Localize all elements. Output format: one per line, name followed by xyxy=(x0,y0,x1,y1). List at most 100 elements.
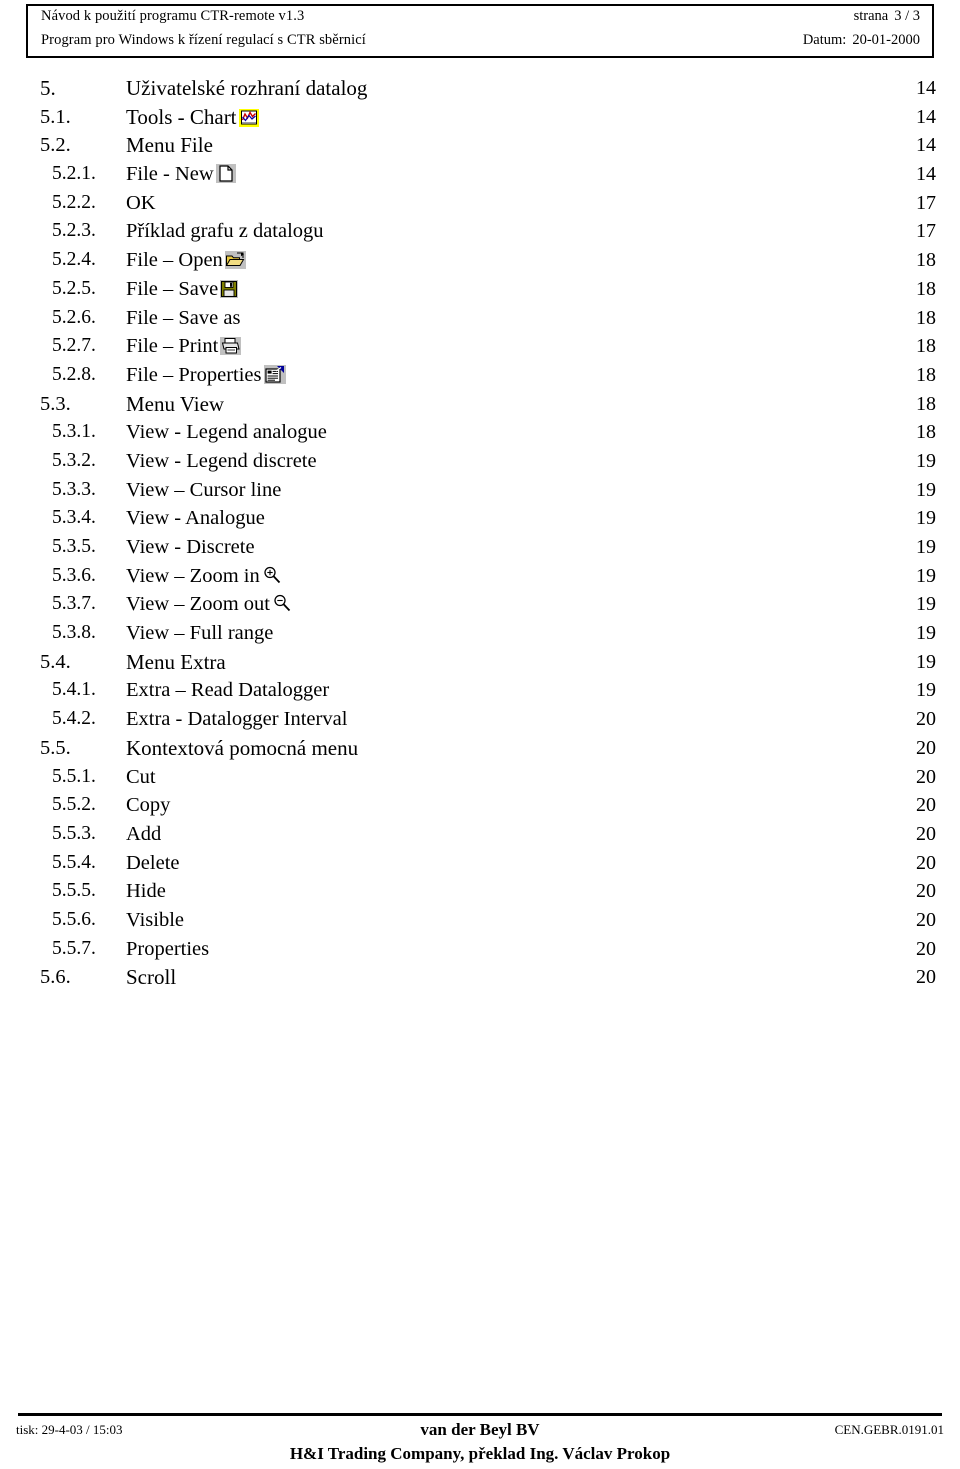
toc-entry-label[interactable]: Menu File xyxy=(126,131,213,160)
toc-entry-page-number: 19 xyxy=(916,478,936,501)
toc-entry-label[interactable]: File – Save xyxy=(126,275,239,304)
toc-entry-label[interactable]: View - Legend discrete xyxy=(126,447,317,476)
toc-entry-label[interactable]: View – Zoom in xyxy=(126,562,282,591)
header-document-title: Návod k použití programu CTR-remote v1.3 xyxy=(41,8,305,24)
toc-entry-label[interactable]: Tools - Chart xyxy=(126,103,259,132)
toc-entry[interactable]: 5.5.3. Add 20 xyxy=(0,820,960,849)
toc-entry-label[interactable]: Copy xyxy=(126,791,170,820)
toc-entry-label-text: File – Save as xyxy=(126,306,241,329)
toc-entry[interactable]: 5.2.8. File – Properties 18 xyxy=(0,361,960,390)
toc-entry-page-number: 18 xyxy=(916,421,936,444)
toc-entry[interactable]: 5.2.3. Příklad grafu z datalogu 17 xyxy=(0,217,960,246)
toc-entry[interactable]: 5.2.2. OK 17 xyxy=(0,189,960,218)
toc-entry-label[interactable]: Menu Extra xyxy=(126,648,226,677)
toc-entry-number: 5.2.5. xyxy=(52,277,96,299)
toc-entry[interactable]: 5.5.2. Copy 20 xyxy=(0,791,960,820)
toc-entry[interactable]: 5.5.7. Properties 20 xyxy=(0,935,960,964)
toc-entry[interactable]: 5.2.1. File - New 14 xyxy=(0,160,960,189)
toc-entry-label-text: Uživatelské rozhraní datalog xyxy=(126,76,368,100)
toc-entry-number: 5.4.2. xyxy=(52,708,96,730)
open-folder-icon xyxy=(224,251,246,270)
toc-entry-number: 5.5.4. xyxy=(52,851,96,873)
toc-entry-page-number: 18 xyxy=(916,277,936,300)
toc-entry-label[interactable]: OK xyxy=(126,189,156,218)
toc-entry-page-number: 19 xyxy=(916,679,936,702)
header-date-value: 20-01-2000 xyxy=(852,32,920,48)
toc-entry-page-number: 18 xyxy=(916,306,936,329)
toc-entry[interactable]: 5.4. Menu Extra 19 xyxy=(0,648,960,677)
toc-entry-label[interactable]: File – Properties xyxy=(126,361,286,390)
toc-entry-page-number: 19 xyxy=(916,507,936,530)
toc-entry-number: 5.5.1. xyxy=(52,765,96,787)
toc-entry[interactable]: 5.3.5. View - Discrete 19 xyxy=(0,533,960,562)
toc-entry[interactable]: 5.2.7. File – Print 18 xyxy=(0,332,960,361)
toc-entry-label[interactable]: Cut xyxy=(126,763,156,792)
toc-entry-label-text: Kontextová pomocná menu xyxy=(126,735,359,760)
toc-entry[interactable]: 5.5.6. Visible 20 xyxy=(0,906,960,935)
toc-entry[interactable]: 5.2.5. File – Save 18 xyxy=(0,275,960,304)
toc-entry-label[interactable]: File – Open xyxy=(126,246,246,275)
toc-entry[interactable]: 5.3.3. View – Cursor line 19 xyxy=(0,476,960,505)
toc-entry-page-number: 19 xyxy=(916,650,936,673)
toc-entry-label[interactable]: Visible xyxy=(126,906,184,935)
toc-entry-number: 5.2.3. xyxy=(52,220,96,242)
toc-entry-number: 5.2.1. xyxy=(52,163,96,185)
toc-entry-label[interactable]: View - Analogue xyxy=(126,504,265,533)
toc-entry-label-text: Properties xyxy=(126,937,210,960)
toc-entry-label[interactable]: Příklad grafu z datalogu xyxy=(126,217,324,246)
toc-entry-label[interactable]: Scroll xyxy=(126,963,176,992)
toc-entry[interactable]: 5.4.2. Extra - Datalogger Interval 20 xyxy=(0,705,960,734)
toc-entry-label[interactable]: Add xyxy=(126,820,161,849)
toc-entry[interactable]: 5.4.1. Extra – Read Datalogger 19 xyxy=(0,676,960,705)
toc-entry[interactable]: 5.2.6. File – Save as 18 xyxy=(0,304,960,333)
toc-entry-page-number: 20 xyxy=(916,708,936,731)
toc-entry-number: 5.3.3. xyxy=(52,478,96,500)
toc-entry-label[interactable]: Extra – Read Datalogger xyxy=(126,676,329,705)
toc-entry-label[interactable]: View - Legend analogue xyxy=(126,418,327,447)
toc-entry[interactable]: 5.3.4. View - Analogue 19 xyxy=(0,504,960,533)
toc-entry-number: 5.3.1. xyxy=(52,421,96,443)
toc-entry[interactable]: 5.3.8. View – Full range 19 xyxy=(0,619,960,648)
toc-entry[interactable]: 5.5.4. Delete 20 xyxy=(0,849,960,878)
toc-entry-label[interactable]: View - Discrete xyxy=(126,533,255,562)
toc-entry-label[interactable]: Kontextová pomocná menu xyxy=(126,734,358,763)
toc-entry-label[interactable]: View – Zoom out xyxy=(126,590,292,619)
toc-entry-number: 5.5.2. xyxy=(52,794,96,816)
toc-entry[interactable]: 5.6. Scroll 20 xyxy=(0,963,960,992)
toc-entry-label[interactable]: View – Cursor line xyxy=(126,476,281,505)
toc-entry[interactable]: 5.5.1. Cut 20 xyxy=(0,763,960,792)
page-footer: tisk: 29-4-03 / 15:03 van der Beyl BV H&… xyxy=(0,1418,960,1469)
zoom-out-icon xyxy=(272,593,292,613)
toc-entry[interactable]: 5.5.5. Hide 20 xyxy=(0,877,960,906)
toc-entry-label[interactable]: File – Print xyxy=(126,332,242,361)
toc-entry[interactable]: 5.3.6. View – Zoom in 19 xyxy=(0,562,960,591)
toc-entry-label[interactable]: Hide xyxy=(126,877,166,906)
toc-entry-page-number: 17 xyxy=(916,191,936,214)
toc-entry[interactable]: 5.3. Menu View 18 xyxy=(0,390,960,419)
toc-entry-label[interactable]: View – Full range xyxy=(126,619,273,648)
toc-entry[interactable]: 5.3.2. View - Legend discrete 19 xyxy=(0,447,960,476)
toc-entry[interactable]: 5. Uživatelské rozhraní datalog 14 xyxy=(0,74,960,103)
toc-entry[interactable]: 5.3.1. View - Legend analogue 18 xyxy=(0,418,960,447)
toc-entry-number: 5.4.1. xyxy=(52,679,96,701)
toc-entry[interactable]: 5.5. Kontextová pomocná menu 20 xyxy=(0,734,960,763)
toc-entry-number: 5.5.7. xyxy=(52,937,96,959)
toc-entry-label[interactable]: File – Save as xyxy=(126,304,240,333)
header-row-title: Návod k použití programu CTR-remote v1.3… xyxy=(28,8,932,32)
toc-entry-label[interactable]: Properties xyxy=(126,935,209,964)
toc-entry[interactable]: 5.1. Tools - Chart 14 xyxy=(0,103,960,132)
toc-entry-label[interactable]: Extra - Datalogger Interval xyxy=(126,705,347,734)
toc-entry-label-text: View – Full range xyxy=(126,622,274,645)
toc-entry-label[interactable]: File - New xyxy=(126,160,236,189)
toc-entry[interactable]: 5.2.4. File – Open 18 xyxy=(0,246,960,275)
toc-entry-label[interactable]: Uživatelské rozhraní datalog xyxy=(126,74,367,103)
toc-entry-page-number: 19 xyxy=(916,449,936,472)
toc-entry[interactable]: 5.2. Menu File 14 xyxy=(0,131,960,160)
toc-entry[interactable]: 5.3.7. View – Zoom out 19 xyxy=(0,590,960,619)
toc-entry-number: 5.2.8. xyxy=(52,363,96,385)
toc-entry-page-number: 20 xyxy=(916,880,936,903)
toc-entry-number: 5.3. xyxy=(40,392,71,415)
toc-entry-label-text: Add xyxy=(126,822,162,845)
toc-entry-label[interactable]: Delete xyxy=(126,849,180,878)
toc-entry-label[interactable]: Menu View xyxy=(126,390,224,419)
